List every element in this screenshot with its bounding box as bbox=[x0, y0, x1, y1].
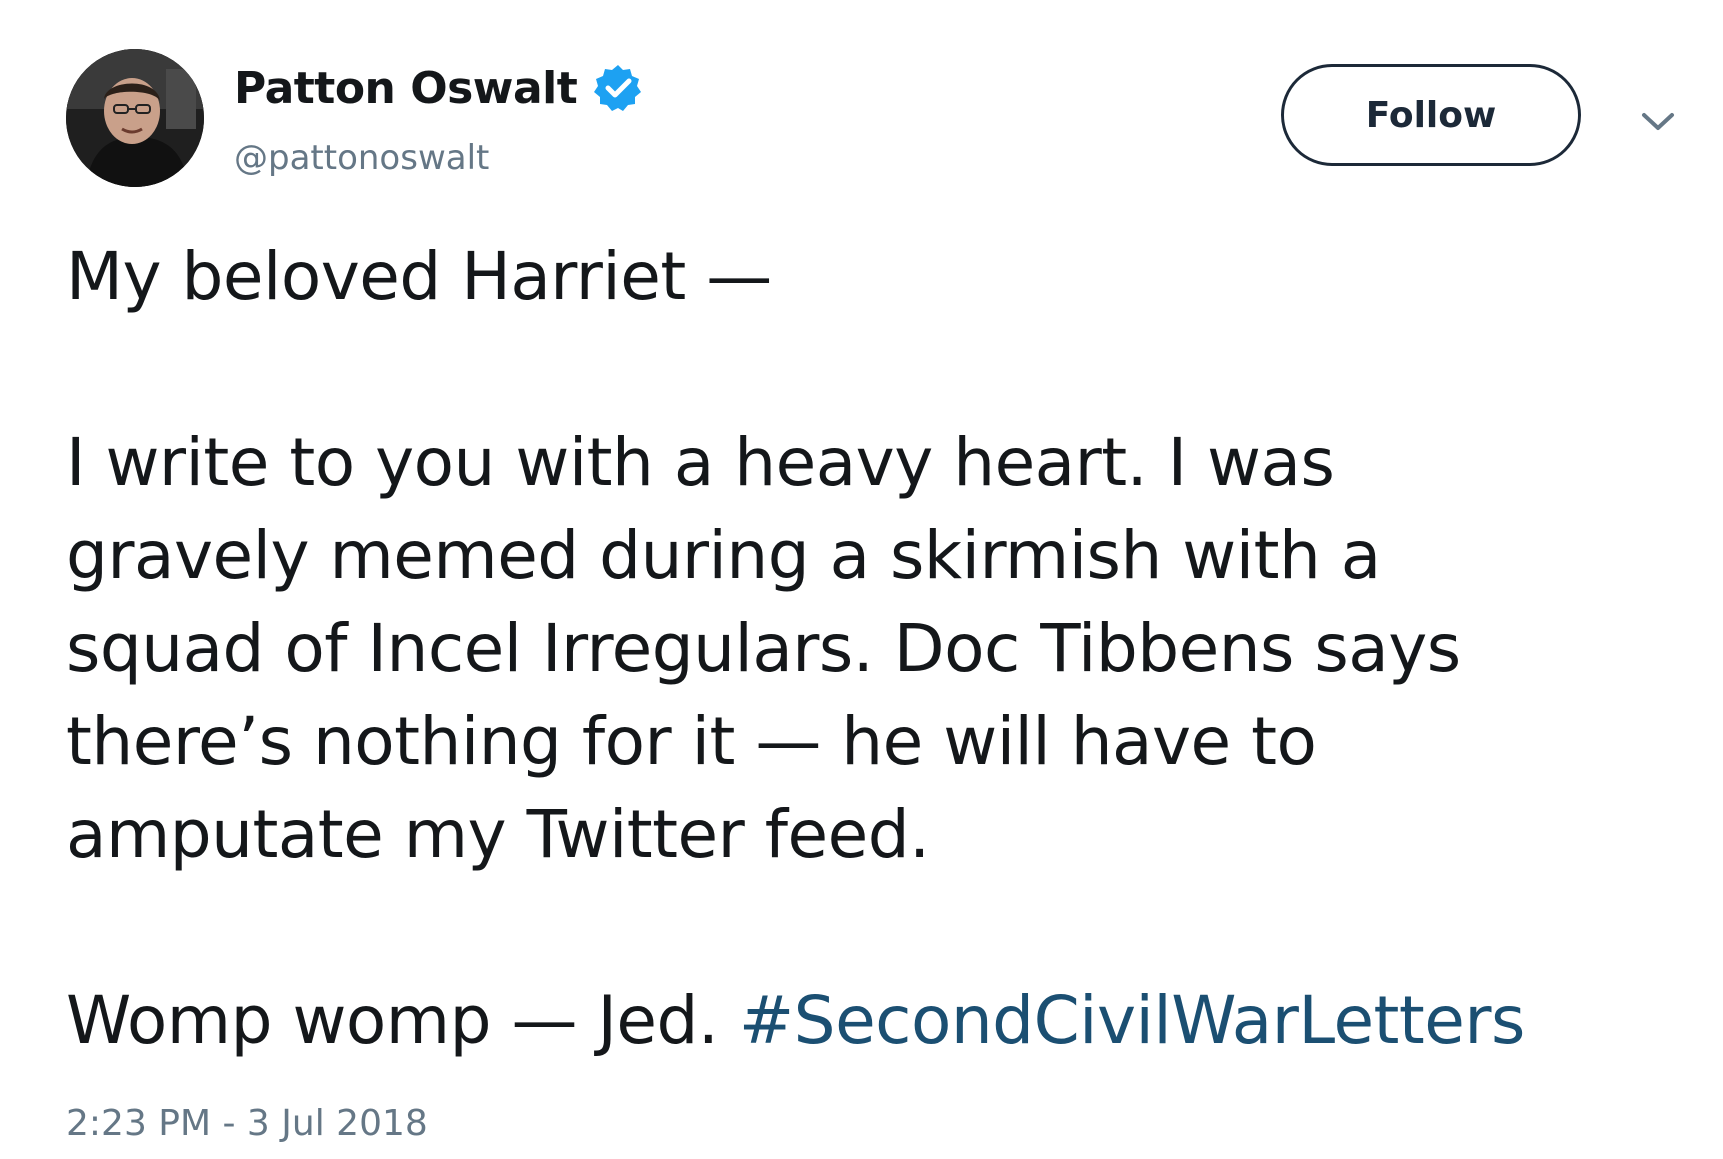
chevron-down-icon[interactable] bbox=[1638, 107, 1678, 135]
hashtag-link[interactable]: #SecondCivilWarLetters bbox=[739, 982, 1526, 1059]
avatar-photo bbox=[66, 49, 204, 187]
tweet-card: Patton Oswalt @pattonoswalt Follow My be… bbox=[0, 0, 1723, 1159]
tweet-timestamp[interactable]: 2:23 PM - 3 Jul 2018 bbox=[66, 1099, 428, 1149]
tweet-paragraph: I write to you with a heavy heart. I was… bbox=[66, 424, 1461, 873]
signoff-text: Womp womp — Jed. bbox=[66, 982, 739, 1059]
tweet-paragraph-signoff: Womp womp — Jed. #SecondCivilWarLetters bbox=[66, 974, 1686, 1067]
display-name[interactable]: Patton Oswalt bbox=[234, 59, 578, 119]
avatar[interactable] bbox=[66, 49, 204, 187]
follow-button-label: Follow bbox=[1365, 94, 1497, 136]
verified-badge-icon bbox=[594, 65, 641, 111]
tweet-paragraph: My beloved Harriet — bbox=[66, 238, 772, 315]
user-handle[interactable]: @pattonoswalt bbox=[234, 134, 489, 182]
follow-button[interactable]: Follow bbox=[1281, 64, 1581, 166]
tweet-text: My beloved Harriet — I write to you with… bbox=[66, 230, 1686, 1067]
